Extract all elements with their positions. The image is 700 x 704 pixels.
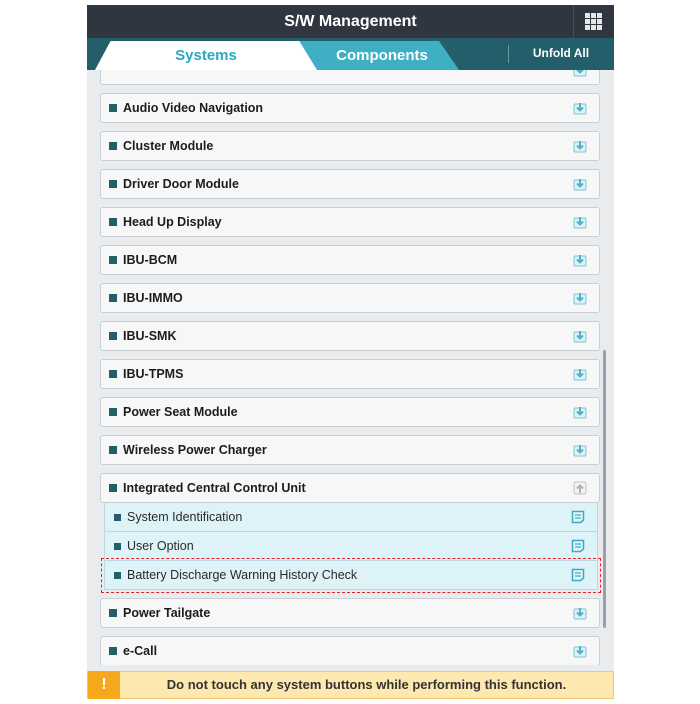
download-icon[interactable]	[573, 70, 587, 77]
system-item[interactable]: IBU-BCM	[100, 245, 600, 275]
bullet-icon	[109, 484, 117, 492]
system-item-label: Power Tailgate	[123, 606, 211, 620]
tab-components[interactable]: Components	[293, 41, 459, 70]
bullet-icon	[114, 543, 121, 550]
document-icon[interactable]	[571, 510, 585, 524]
menu-button[interactable]	[573, 5, 614, 38]
collapse-icon[interactable]	[573, 481, 587, 495]
sub-function-label: System Identification	[127, 510, 243, 524]
system-item[interactable]: Power Seat Module	[100, 397, 600, 427]
bullet-icon	[109, 408, 117, 416]
system-item[interactable]: Wireless Power Charger	[100, 435, 600, 465]
bullet-icon	[114, 514, 121, 521]
download-icon[interactable]	[573, 215, 587, 229]
system-item[interactable]: Cluster Module	[100, 131, 600, 161]
page-title: S/W Management	[284, 13, 417, 30]
system-item[interactable]: Integrated Central Control Unit	[100, 473, 600, 503]
sub-function-item[interactable]: Battery Discharge Warning History Check	[101, 558, 601, 593]
download-icon[interactable]	[573, 405, 587, 419]
system-item[interactable]: Head Up Display	[100, 207, 600, 237]
system-item-label: Power Seat Module	[123, 405, 238, 419]
system-item-label: e-Call	[123, 644, 158, 658]
bullet-icon	[109, 609, 117, 617]
sub-function-label: Battery Discharge Warning History Check	[127, 568, 358, 582]
system-item[interactable]: Audio Video Navigation	[100, 93, 600, 123]
sub-function-label: User Option	[127, 539, 194, 553]
system-item[interactable]: Power Tailgate	[100, 598, 600, 628]
bullet-icon	[109, 218, 117, 226]
bullet-icon	[109, 294, 117, 302]
download-icon[interactable]	[573, 101, 587, 115]
system-item[interactable]	[100, 70, 600, 85]
system-item-label: Wireless Power Charger	[123, 443, 267, 457]
download-icon[interactable]	[573, 443, 587, 457]
sub-function-group: System Identification User Option Battery …	[101, 503, 601, 593]
download-icon[interactable]	[573, 644, 587, 658]
sub-function-item[interactable]: System Identification	[104, 503, 598, 532]
download-icon[interactable]	[573, 253, 587, 267]
tab-systems[interactable]: Systems	[95, 41, 317, 70]
bullet-icon	[109, 370, 117, 378]
system-item[interactable]: Driver Door Module	[100, 169, 600, 199]
grid-icon	[585, 12, 603, 31]
bullet-icon	[109, 647, 117, 655]
sw-management-app: S/W Management Components Systems Unfold…	[87, 5, 614, 699]
system-item[interactable]: IBU-TPMS	[100, 359, 600, 389]
bullet-icon	[109, 256, 117, 264]
system-item-label: Audio Video Navigation	[123, 101, 264, 115]
unfold-all-button[interactable]: Unfold All	[508, 38, 614, 70]
bullet-icon	[109, 446, 117, 454]
download-icon[interactable]	[573, 177, 587, 191]
scrollbar[interactable]	[603, 350, 606, 628]
download-icon[interactable]	[573, 606, 587, 620]
system-item[interactable]: IBU-IMMO	[100, 283, 600, 313]
tab-bar: Components Systems Unfold All	[87, 38, 614, 70]
document-icon[interactable]	[571, 539, 585, 553]
system-item-label: Driver Door Module	[123, 177, 239, 191]
document-icon[interactable]	[571, 568, 585, 582]
warning-text: Do not touch any system buttons while pe…	[166, 677, 567, 692]
warning-banner: ! Do not touch any system buttons while …	[87, 671, 614, 699]
systems-list: Audio Video Navigation Cluster Module Driv…	[87, 70, 614, 665]
system-item[interactable]: IBU-SMK	[100, 321, 600, 351]
system-item[interactable]: e-Call	[100, 636, 600, 665]
tab-components-label: Components	[336, 47, 428, 64]
download-icon[interactable]	[573, 367, 587, 381]
download-icon[interactable]	[573, 139, 587, 153]
sub-function-item[interactable]: User Option	[104, 532, 598, 561]
tab-systems-label: Systems	[175, 47, 237, 64]
warning-icon: !	[88, 671, 120, 699]
bullet-icon	[114, 572, 121, 579]
system-item-label: IBU-TPMS	[123, 367, 184, 381]
system-item-label: Cluster Module	[123, 139, 214, 153]
system-item-label: IBU-SMK	[123, 329, 177, 343]
system-item-label: IBU-BCM	[123, 253, 178, 267]
system-item-label: Integrated Central Control Unit	[123, 481, 306, 495]
bullet-icon	[109, 104, 117, 112]
bullet-icon	[109, 332, 117, 340]
bullet-icon	[109, 180, 117, 188]
system-item-label: Head Up Display	[123, 215, 222, 229]
bullet-icon	[109, 142, 117, 150]
title-bar: S/W Management	[87, 5, 614, 38]
system-item-label: IBU-IMMO	[123, 291, 183, 305]
download-icon[interactable]	[573, 291, 587, 305]
download-icon[interactable]	[573, 329, 587, 343]
